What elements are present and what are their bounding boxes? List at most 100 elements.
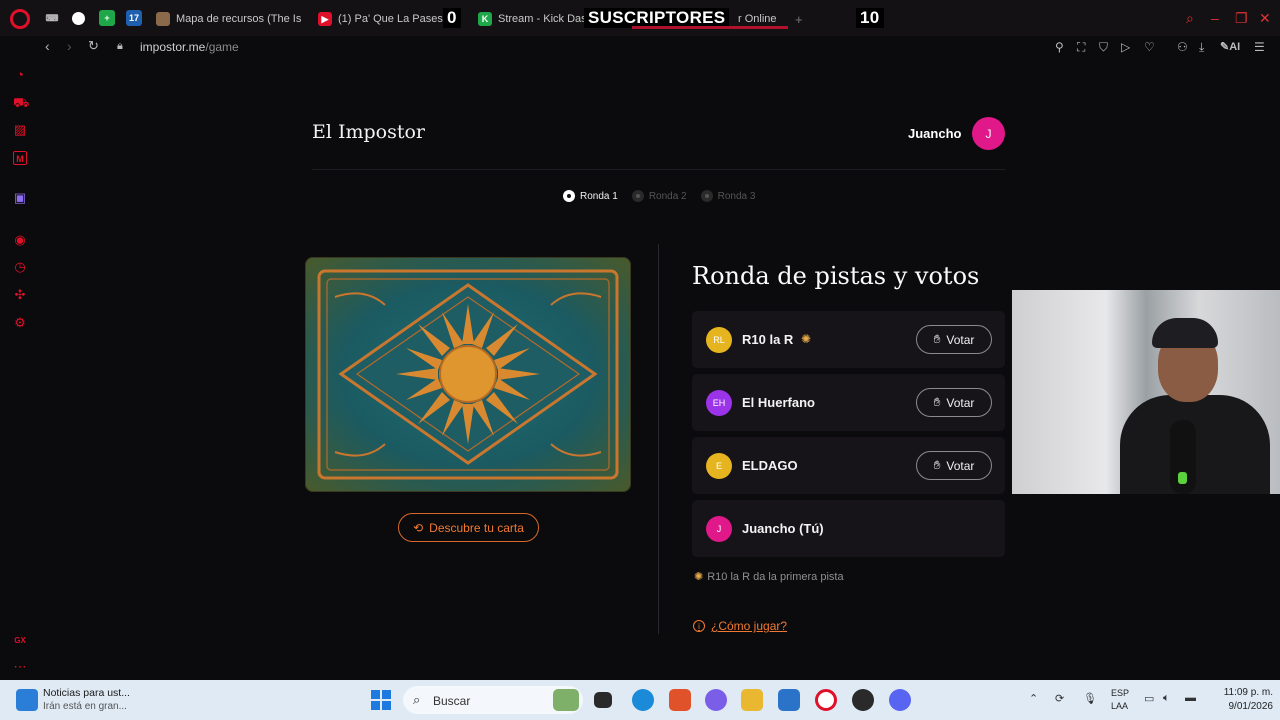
url-field[interactable]: impostor.me/game <box>140 40 239 54</box>
pinned-tab-plus-icon[interactable]: + <box>99 10 115 26</box>
subs-label: SUSCRIPTORES <box>584 8 730 28</box>
speed-dial-icon[interactable]: ◔ <box>13 68 27 82</box>
minimize-icon[interactable]: – <box>1211 10 1219 26</box>
sun-emblem-icon <box>317 269 619 480</box>
page-title[interactable]: El Impostor <box>312 121 425 143</box>
subs-count-right: 10 <box>856 8 884 28</box>
outlook-icon[interactable] <box>778 689 800 711</box>
brave-icon[interactable] <box>669 689 691 711</box>
snapshot-icon[interactable]: ⛶ <box>1077 40 1085 55</box>
keyboard-layout[interactable]: LAA <box>1111 701 1128 711</box>
active-tab-indicator <box>632 26 788 29</box>
close-icon[interactable]: ✕ <box>1259 10 1271 27</box>
vote-label: Votar <box>946 458 975 473</box>
discover-card-label: Descubre tu carta <box>429 520 524 535</box>
refresh-icon: ⟲ <box>413 520 424 535</box>
opera-logo-icon[interactable] <box>10 9 30 29</box>
sync-icon[interactable]: ⟳ <box>1055 692 1064 705</box>
browser-sidebar: ◔ ⛟ ▨ M ▣ ◉ ◷ ✣ ⚙ GX ⋯ <box>0 58 40 680</box>
player-name: R10 la R <box>742 332 794 347</box>
gamepad-icon[interactable]: ⌨ <box>44 10 60 26</box>
pinned-tab-circle-icon[interactable] <box>72 12 85 25</box>
copilot-icon[interactable] <box>705 689 727 711</box>
round-dot-icon <box>631 190 644 202</box>
news-title[interactable]: Noticias para ust... <box>43 687 130 699</box>
play-icon[interactable]: ▷ <box>1121 40 1130 54</box>
tab-label: Mapa de recursos (The Isl <box>176 13 302 25</box>
player-avatar: RL <box>706 327 732 353</box>
search-highlight-icon[interactable] <box>553 689 579 711</box>
news-subtitle[interactable]: Irán está en gran... <box>43 701 127 712</box>
subs-count-left: 0 <box>443 8 461 28</box>
hand-icon: ✋︎ <box>933 395 941 409</box>
back-icon[interactable]: ‹ <box>45 38 50 54</box>
vote-button[interactable]: ✋︎ Votar <box>916 451 992 480</box>
clock-date[interactable]: 9/01/2026 <box>1213 701 1274 712</box>
battery-icon[interactable]: ▬ <box>1185 692 1196 704</box>
windows-start-icon[interactable] <box>371 690 391 710</box>
reload-icon[interactable]: ↻ <box>88 38 99 54</box>
weather-news-icon[interactable] <box>16 689 38 711</box>
twitch-icon[interactable]: ▣ <box>13 191 27 205</box>
discover-card-button[interactable]: ⟲ Descubre tu carta <box>398 513 539 542</box>
how-to-play-link[interactable]: i ¿Cómo jugar? <box>693 619 787 633</box>
heart-icon[interactable]: ♡ <box>1144 40 1155 54</box>
cart-icon[interactable]: ⛟ <box>13 96 29 110</box>
url-path: /game <box>205 40 239 54</box>
url-host: impostor.me <box>140 40 206 54</box>
player-avatar: EH <box>706 390 732 416</box>
search-tabs-icon[interactable]: ⌕ <box>1186 10 1194 27</box>
hand-icon: ✋︎ <box>933 458 941 472</box>
forward-icon[interactable]: › <box>67 38 72 54</box>
pin-icon[interactable]: ⚲ <box>1055 40 1064 54</box>
pinned-tab-badge[interactable]: 17 <box>126 10 142 26</box>
tab-mapa-recursos[interactable]: Mapa de recursos (The Isl <box>156 8 302 30</box>
round-dot-icon <box>563 190 575 202</box>
network-icon[interactable]: ▭ <box>1144 692 1154 705</box>
game-card-back[interactable] <box>305 257 631 492</box>
lock-icon: 🔒︎ <box>117 40 123 52</box>
ai-button[interactable]: ✎AI <box>1220 40 1240 53</box>
avatar[interactable]: J <box>972 117 1005 150</box>
opera-gx-icon[interactable] <box>815 689 837 711</box>
tab-kick[interactable]: K Stream - Kick Dashb <box>478 8 588 30</box>
history-icon[interactable]: ◷ <box>13 260 27 274</box>
task-view-icon[interactable] <box>594 692 612 708</box>
clock-time[interactable]: 11:09 p. m. <box>1213 687 1273 698</box>
gaming-icon[interactable]: ▨ <box>13 123 27 137</box>
mic-tray-icon[interactable]: 🎙︎ <box>1083 692 1097 705</box>
maximize-icon[interactable]: ❐ <box>1235 10 1248 27</box>
new-tab-button[interactable]: + <box>795 8 803 30</box>
vote-label: Votar <box>946 395 975 410</box>
info-icon: i <box>693 620 705 632</box>
youtube-icon: ▶ <box>318 12 332 26</box>
player-icon[interactable]: ◉ <box>13 233 27 247</box>
tray-overflow-icon[interactable]: ⌃ <box>1029 692 1038 705</box>
volume-icon[interactable]: 🔈︎ <box>1163 692 1170 705</box>
mic-led <box>1178 472 1187 484</box>
round-dot-icon <box>700 190 713 202</box>
round-step-3: Ronda 3 <box>700 190 755 202</box>
more-icon[interactable]: ⋯ <box>13 660 27 674</box>
browser-tab-bar: ⌨ + 17 Mapa de recursos (The Isl ▶ (1) P… <box>0 0 1280 36</box>
windows-taskbar: Noticias para ust... Irán está en gran..… <box>0 680 1280 720</box>
gx-logo-icon[interactable]: GX <box>13 634 27 648</box>
vote-button[interactable]: ✋︎ Votar <box>916 388 992 417</box>
menu-icon[interactable]: ☰ <box>1254 40 1265 54</box>
extensions-icon[interactable]: ✣ <box>13 288 27 302</box>
shield-icon[interactable]: ⛉ <box>1099 40 1108 55</box>
language-indicator[interactable]: ESP <box>1111 688 1129 698</box>
messenger-icon[interactable]: M <box>13 151 27 165</box>
discord-icon[interactable] <box>889 689 911 711</box>
obs-icon[interactable] <box>852 689 874 711</box>
tab-youtube[interactable]: ▶ (1) Pa' Que La Pases Bie <box>318 8 448 30</box>
round-label: Ronda 2 <box>648 190 687 202</box>
streamer-cap <box>1152 318 1218 348</box>
profile-icon[interactable]: ⚇ <box>1177 40 1188 54</box>
file-explorer-icon[interactable] <box>741 689 763 711</box>
download-icon[interactable]: ⤓ <box>1199 40 1204 55</box>
vote-button[interactable]: ✋︎ Votar <box>916 325 992 354</box>
settings-icon[interactable]: ⚙ <box>13 316 27 330</box>
edge-icon[interactable] <box>632 689 654 711</box>
vote-label: Votar <box>946 332 975 347</box>
